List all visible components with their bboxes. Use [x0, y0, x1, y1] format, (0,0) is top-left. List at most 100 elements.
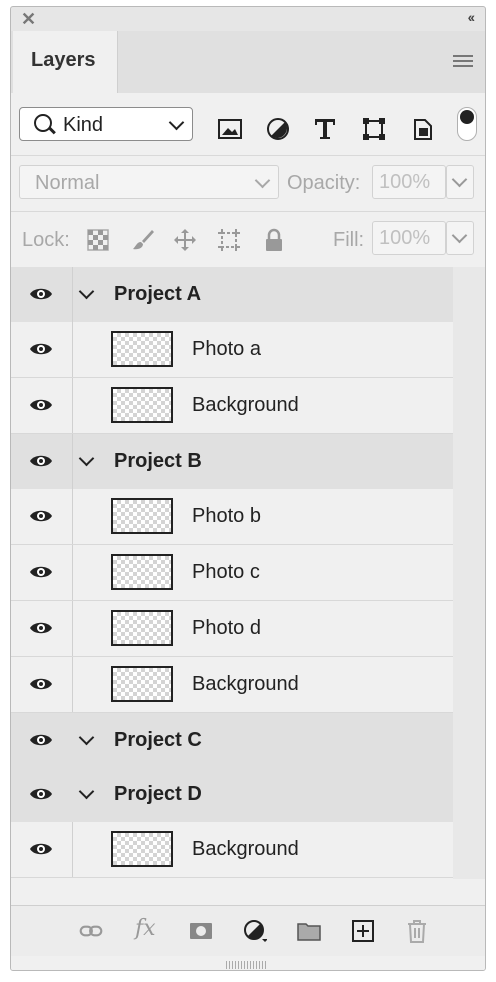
eye-icon[interactable] — [29, 341, 53, 357]
eye-icon[interactable] — [29, 841, 53, 857]
eye-icon[interactable] — [29, 508, 53, 524]
eye-icon[interactable] — [29, 286, 53, 302]
fill-input[interactable]: 100% — [372, 221, 446, 255]
panel-body: Kind Normal Opacity: 100% Lock: Fill: 10… — [11, 93, 485, 970]
group-name: Project C — [114, 729, 202, 751]
kind-filter-select[interactable]: Kind — [19, 107, 193, 141]
lock-transparent-icon[interactable] — [86, 228, 110, 252]
lock-label: Lock: — [22, 229, 70, 251]
layer-row[interactable]: Photo a — [11, 322, 453, 378]
tab-layers[interactable]: Layers — [13, 31, 118, 93]
opacity-dropdown-button[interactable] — [446, 165, 474, 199]
group-row[interactable]: Project B — [11, 434, 453, 489]
eye-icon[interactable] — [29, 453, 53, 469]
lock-row: Lock: Fill: 100% — [11, 211, 485, 268]
lock-move-icon[interactable] — [173, 228, 197, 252]
blend-mode-select[interactable]: Normal — [19, 165, 279, 199]
bottom-toolbar: fx — [11, 905, 485, 956]
group-name: Project B — [114, 450, 202, 472]
new-layer-icon[interactable] — [351, 919, 375, 943]
eye-icon[interactable] — [29, 564, 53, 580]
layer-thumbnail[interactable] — [111, 498, 173, 534]
layer-thumbnail[interactable] — [111, 387, 173, 423]
row-divider — [72, 822, 73, 877]
layer-name: Background — [192, 394, 299, 416]
layer-thumbnail[interactable] — [111, 554, 173, 590]
kind-filter-label: Kind — [63, 114, 104, 136]
layer-row[interactable]: Background — [11, 378, 453, 434]
group-row[interactable]: Project A — [11, 267, 453, 322]
layer-name: Photo d — [192, 617, 261, 639]
layer-name: Photo c — [192, 561, 260, 583]
layer-name: Photo a — [192, 338, 261, 360]
layer-row[interactable]: Photo c — [11, 545, 453, 601]
group-row[interactable]: Project D — [11, 767, 453, 822]
layers-panel-window: ✕ ‹‹ Layers Kind Normal Opacity: 100% Lo… — [10, 6, 486, 971]
chevron-down-icon — [254, 172, 271, 189]
shape-filter-icon[interactable] — [362, 117, 386, 141]
chevron-down-icon[interactable] — [78, 783, 95, 800]
row-divider — [72, 378, 73, 433]
tab-layers-label: Layers — [31, 49, 96, 71]
search-icon — [34, 114, 52, 132]
layer-row[interactable]: Photo d — [11, 601, 453, 657]
lock-all-icon[interactable] — [262, 228, 286, 252]
fx-icon[interactable]: fx — [135, 916, 159, 941]
filter-row: Kind — [11, 93, 485, 156]
group-row[interactable]: Project C — [11, 713, 453, 768]
resize-grip[interactable] — [226, 961, 266, 969]
opacity-input[interactable]: 100% — [372, 165, 446, 199]
chevron-down-icon — [451, 227, 468, 244]
eye-icon[interactable] — [29, 732, 53, 748]
image-filter-icon[interactable] — [218, 117, 242, 141]
fill-label: Fill: — [333, 229, 365, 251]
row-divider — [72, 267, 73, 322]
layer-thumbnail[interactable] — [111, 666, 173, 702]
opacity-label: Opacity: — [287, 172, 361, 194]
layers-scrollbar-track[interactable] — [453, 267, 485, 879]
collapse-panel-icon[interactable]: ‹‹ — [468, 9, 475, 25]
chevron-down-icon — [168, 114, 185, 131]
layer-row[interactable]: Background — [11, 822, 453, 878]
adjustment-layer-icon[interactable] — [243, 919, 267, 943]
layers-list: Project A Photo a Background Project B P… — [11, 267, 453, 879]
row-divider — [72, 322, 73, 377]
layer-mask-icon[interactable] — [189, 919, 213, 943]
row-divider — [72, 434, 73, 489]
close-icon[interactable]: ✕ — [21, 10, 37, 28]
blend-mode-value: Normal — [35, 172, 100, 194]
group-name: Project D — [114, 783, 202, 805]
eye-icon[interactable] — [29, 397, 53, 413]
layer-name: Background — [192, 673, 299, 695]
chevron-down-icon[interactable] — [78, 283, 95, 300]
blend-row: Normal Opacity: 100% — [11, 155, 485, 212]
eye-icon[interactable] — [29, 676, 53, 692]
lock-paint-icon[interactable] — [131, 228, 155, 252]
row-divider — [72, 601, 73, 656]
row-divider — [72, 489, 73, 544]
layer-row[interactable]: Photo b — [11, 489, 453, 545]
filter-toggle-switch[interactable] — [457, 107, 477, 141]
lock-artboard-icon[interactable] — [217, 228, 241, 252]
type-filter-icon[interactable] — [313, 117, 337, 141]
panel-title-bar: ✕ ‹‹ — [11, 7, 485, 31]
new-group-icon[interactable] — [297, 919, 321, 943]
layer-row[interactable]: Background — [11, 657, 453, 713]
chevron-down-icon[interactable] — [78, 450, 95, 467]
trash-icon[interactable] — [405, 919, 429, 943]
layer-thumbnail[interactable] — [111, 831, 173, 867]
row-divider — [72, 657, 73, 712]
layer-name: Photo b — [192, 505, 261, 527]
adjustment-filter-icon[interactable] — [266, 117, 290, 141]
eye-icon[interactable] — [29, 786, 53, 802]
panel-tab-strip: Layers — [11, 31, 485, 93]
panel-menu-icon[interactable] — [453, 55, 473, 69]
layer-thumbnail[interactable] — [111, 331, 173, 367]
layer-thumbnail[interactable] — [111, 610, 173, 646]
eye-icon[interactable] — [29, 620, 53, 636]
link-layers-icon[interactable] — [79, 919, 103, 943]
layer-name: Background — [192, 838, 299, 860]
smart-object-filter-icon[interactable] — [411, 117, 435, 141]
fill-dropdown-button[interactable] — [446, 221, 474, 255]
chevron-down-icon[interactable] — [78, 729, 95, 746]
